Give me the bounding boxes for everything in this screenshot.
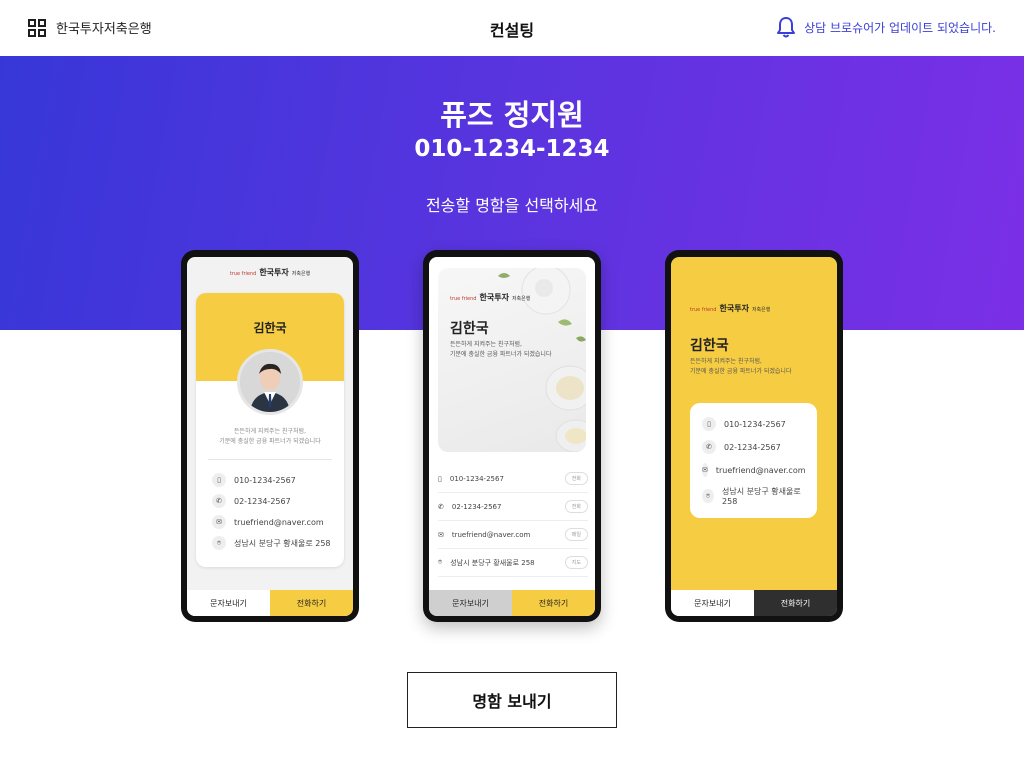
card-option-3[interactable]: true friend 한국투자 저축은행 김한국 든든하게 지켜주는 친구처럼… — [665, 250, 843, 622]
mail-pill-button[interactable]: 메일 — [564, 528, 588, 541]
contact-address: ⌾ 성남시 분당구 황새울로 258 — [212, 536, 331, 550]
address-value: 성남시 분당구 황새울로 258 — [450, 558, 535, 567]
contact-mobile: ▯ 010-1234-2567 — [212, 473, 331, 487]
card-action-bar: 문자보내기 전화하기 — [187, 590, 353, 616]
card-screen: true friend 한국투자 저축은행 김한국 든든하게 지켜주는 친구처럼… — [671, 257, 837, 616]
logo-brand: 한국투자 — [719, 304, 749, 313]
card-tagline: 든든하게 지켜주는 친구처럼, 기분에 충실한 금융 파트너가 되겠습니다 — [196, 427, 344, 447]
sms-button[interactable]: 문자보내기 — [429, 590, 512, 616]
card-screen: true friend 한국투자 저축은행 김한국 든든하게 지켜주는 친구처럼… — [187, 257, 353, 616]
email-value: truefriend@naver.com — [451, 530, 531, 539]
contact-tel: ✆ 02-1234-2567 — [212, 494, 331, 508]
location-icon: ⌾ — [702, 489, 715, 503]
mobile-value: 010-1234-2567 — [724, 419, 786, 429]
tagline-line-1: 든든하게 지켜주는 친구처럼, — [450, 341, 522, 348]
phone-icon: ✆ — [702, 440, 716, 454]
logo-tagmark: true friend — [690, 307, 717, 313]
contact-card: ▯ 010-1234-2567 ✆ 02-1234-2567 ✉ truefriend… — [690, 403, 817, 518]
brand-name: 한국투자저축은행 — [56, 22, 152, 37]
sms-button[interactable]: 문자보내기 — [187, 590, 270, 616]
phone-icon: ✆ — [212, 494, 226, 508]
tel-value: 02-1234-2567 — [451, 502, 502, 511]
card-tagline: 든든하게 지켜주는 친구처럼, 기분에 충실한 금융 파트너가 되겠습니다 — [690, 357, 791, 377]
tagline-line-1: 든든하게 지켜주는 친구처럼, — [234, 428, 306, 435]
logo-brand: 한국투자 — [259, 268, 289, 277]
bank-logo: true friend 한국투자 저축은행 — [450, 292, 530, 303]
send-card-button[interactable]: 명함 보내기 — [407, 672, 617, 728]
tel-pill-button[interactable]: 전화 — [564, 500, 588, 513]
tel-value: 02-1234-2567 — [724, 442, 781, 452]
mail-icon: ✉ — [702, 463, 708, 477]
logo-sub: 저축은행 — [751, 307, 771, 313]
card-action-bar: 문자보내기 전화하기 — [671, 590, 837, 616]
contact-address: ⌾ 성남시 분당구 황새울로 258 지도 — [438, 549, 588, 577]
card-option-1[interactable]: true friend 한국투자 저축은행 김한국 든든하게 지켜주는 친구처럼… — [181, 250, 359, 622]
card-photo-panel: true friend 한국투자 저축은행 김한국 든든하게 지켜주는 친구처럼… — [438, 268, 586, 452]
contact-list: ▯ 010-1234-2567 ✆ 02-1234-2567 ✉ truefriend… — [212, 473, 331, 550]
top-bar: 한국투자저축은행 컨설팅 상담 브로슈어가 업데이트 되었습니다. — [0, 0, 1024, 56]
call-pill-button[interactable]: 전화 — [564, 472, 588, 485]
tel-value: 02-1234-2567 — [234, 496, 291, 506]
mobile-value: 010-1234-2567 — [449, 474, 504, 483]
card-person-name: 김한국 — [690, 338, 729, 354]
contact-address: ⌾ 성남시 분당구 황새울로 258 — [702, 486, 805, 506]
contact-mobile: ▯ 010-1234-2567 전화 — [438, 465, 588, 493]
card-person-name: 김한국 — [253, 321, 287, 335]
divider — [208, 459, 332, 460]
mail-icon: ✉ — [438, 530, 444, 539]
bank-logo: true friend 한국투자 저축은행 — [230, 267, 310, 278]
notification-text: 상담 브로슈어가 업데이트 되었습니다. — [804, 20, 996, 35]
tagline-line-2: 기분에 충실한 금융 파트너가 되겠습니다 — [450, 351, 552, 358]
location-icon: ⌾ — [212, 536, 226, 550]
contact-mobile: ▯ 010-1234-2567 — [702, 417, 805, 431]
avatar — [237, 349, 303, 415]
logo-tagmark: true friend — [450, 296, 477, 302]
sms-button[interactable]: 문자보내기 — [671, 590, 754, 616]
contact-list: ▯ 010-1234-2567 전화 ✆ 02-1234-2567 전화 ✉ true… — [438, 465, 588, 577]
tagline-line-1: 든든하게 지켜주는 친구처럼, — [690, 358, 762, 365]
apps-grid-icon[interactable] — [28, 18, 46, 37]
card-screen: true friend 한국투자 저축은행 김한국 든든하게 지켜주는 친구처럼… — [429, 257, 595, 616]
mobile-icon: ▯ — [438, 474, 442, 483]
call-button[interactable]: 전화하기 — [754, 590, 837, 616]
phone-icon: ✆ — [438, 502, 444, 511]
consultant-phone: 010-1234-1234 — [414, 136, 610, 162]
call-button[interactable]: 전화하기 — [512, 590, 595, 616]
card-action-bar: 문자보내기 전화하기 — [429, 590, 595, 616]
email-value: truefriend@naver.com — [234, 517, 324, 527]
business-card: 김한국 든든하게 지켜주는 친구처럼, 기분에 충실한 금융 파트너가 되겠습니… — [196, 293, 344, 567]
logo-sub: 저축은행 — [291, 271, 311, 277]
contact-email: ✉ truefriend@naver.com — [212, 515, 331, 529]
mobile-value: 010-1234-2567 — [234, 475, 296, 485]
address-value: 성남시 분당구 황새울로 258 — [722, 487, 801, 506]
mobile-icon: ▯ — [212, 473, 226, 487]
brand[interactable]: 한국투자저축은행 — [28, 18, 152, 37]
notification[interactable]: 상담 브로슈어가 업데이트 되었습니다. — [776, 16, 996, 38]
consultant-name: 퓨즈 정지원 — [440, 98, 584, 132]
call-button[interactable]: 전화하기 — [270, 590, 353, 616]
logo-tagmark: true friend — [229, 271, 257, 277]
contact-tel: ✆ 02-1234-2567 전화 — [438, 493, 588, 521]
contact-email: ✉ truefriend@naver.com — [702, 463, 806, 477]
mobile-icon: ▯ — [702, 417, 716, 431]
map-pill-button[interactable]: 지도 — [564, 556, 588, 569]
tagline-line-2: 기분에 충실한 금융 파트너가 되겠습니다 — [690, 368, 792, 375]
bank-logo: true friend 한국투자 저축은행 — [690, 303, 770, 314]
logo-sub: 저축은행 — [511, 296, 531, 302]
contact-email: ✉ truefriend@naver.com 메일 — [438, 521, 588, 549]
logo-brand: 한국투자 — [479, 293, 509, 302]
location-icon: ⌾ — [438, 558, 443, 566]
instruction-text: 전송할 명함을 선택하세요 — [425, 196, 599, 215]
tagline-line-2: 기분에 충실한 금융 파트너가 되겠습니다 — [219, 438, 321, 445]
email-value: truefriend@naver.com — [715, 465, 806, 475]
address-value: 성남시 분당구 황새울로 258 — [234, 538, 331, 548]
card-tagline: 든든하게 지켜주는 친구처럼, 기분에 충실한 금융 파트너가 되겠습니다 — [450, 340, 551, 360]
mail-icon: ✉ — [212, 515, 226, 529]
bell-icon[interactable] — [776, 16, 796, 38]
card-person-name: 김한국 — [450, 321, 489, 337]
contact-tel: ✆ 02-1234-2567 — [702, 440, 805, 454]
card-option-2[interactable]: true friend 한국투자 저축은행 김한국 든든하게 지켜주는 친구처럼… — [423, 250, 601, 622]
